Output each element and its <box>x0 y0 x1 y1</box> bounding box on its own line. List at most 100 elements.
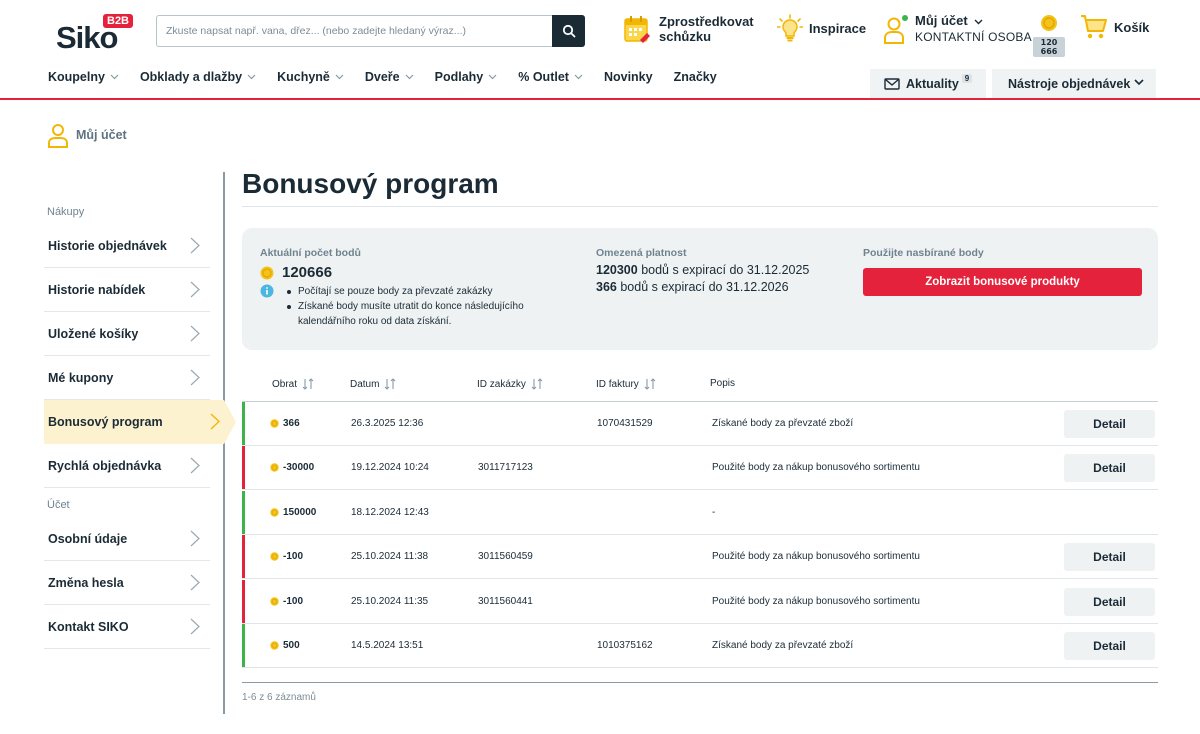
calendar-icon <box>624 16 650 43</box>
sidebar-item-personal-data[interactable]: Osobní údaje <box>44 517 210 561</box>
detail-button[interactable]: Detail <box>1064 454 1155 483</box>
sidebar-item-quick-order[interactable]: Rychlá objednávka <box>44 444 210 488</box>
detail-button[interactable]: Detail <box>1064 410 1155 438</box>
row-status-bar <box>242 624 245 667</box>
table-row: 366 26.3.2025 12:36 1070431529 Získané body… <box>242 402 1158 446</box>
sidebar-item-change-password[interactable]: Změna hesla <box>44 561 210 605</box>
row-description: Použité body za nákup bonusového sortime… <box>712 462 920 474</box>
chevron-down-icon <box>110 74 119 80</box>
sort-icon <box>385 378 396 390</box>
sort-icon <box>644 378 656 390</box>
table-bottom-border <box>242 682 1158 683</box>
nav-item-novinky[interactable]: Novinky <box>604 70 653 84</box>
column-header-order-id[interactable]: ID zakázky <box>477 378 543 390</box>
chevron-right-icon <box>190 281 200 298</box>
nav-item-dvere[interactable]: Dveře <box>365 70 414 84</box>
detail-button[interactable]: Detail <box>1064 543 1155 572</box>
row-invoice-id: 1070431529 <box>597 418 653 429</box>
cart-label: Košík <box>1114 19 1150 35</box>
row-date: 25.10.2024 11:35 <box>351 595 429 607</box>
nav-item-outlet[interactable]: % Outlet <box>518 70 583 84</box>
points-notes: Počítají se pouze body za převzaté zakáz… <box>284 284 524 329</box>
current-points: 120666 <box>260 264 332 281</box>
sidebar-item-offer-history[interactable]: Historie nabídek <box>44 268 210 312</box>
detail-button[interactable]: Detail <box>1064 632 1155 660</box>
column-header-points[interactable]: Obrat <box>272 378 314 390</box>
nav-item-kuchyne[interactable]: Kuchyně <box>277 70 344 84</box>
coin-icon <box>270 641 279 650</box>
table-row: 500 14.5.2024 13:51 1010375162 Získané body… <box>242 624 1158 668</box>
row-description: - <box>712 506 716 518</box>
section-title-account: Účet <box>47 499 70 511</box>
chevron-right-icon <box>190 618 200 635</box>
order-tools-dropdown[interactable]: Nástroje objednávek <box>992 69 1156 98</box>
points-note: Počítají se pouze body za převzaté zakáz… <box>284 284 524 299</box>
nav-item-podlahy[interactable]: Podlahy <box>435 70 498 84</box>
nav-item-koupelny[interactable]: Koupelny <box>48 70 119 84</box>
search-button[interactable] <box>552 15 585 47</box>
chevron-right-icon <box>190 457 200 474</box>
sort-icon <box>531 378 543 390</box>
coin-icon <box>270 419 279 428</box>
chevron-down-icon <box>974 19 983 25</box>
coin-icon <box>270 463 279 473</box>
points-indicator[interactable]: 120 666 <box>1033 14 1065 58</box>
account-menu[interactable]: Můj účet KONTAKTNÍ OSOBA <box>883 13 1032 44</box>
records-count: 1-6 z 6 záznamů <box>242 692 316 703</box>
sidebar-item-order-history[interactable]: Historie objednávek <box>44 224 210 268</box>
chevron-down-icon <box>1134 79 1144 86</box>
row-date: 18.12.2024 12:43 <box>351 506 429 518</box>
sidebar-item-bonus-program[interactable]: Bonusový program <box>44 400 236 444</box>
row-description: Získané body za převzaté zboží <box>712 418 854 429</box>
chevron-down-icon <box>335 74 344 80</box>
info-icon <box>260 284 274 298</box>
user-icon <box>48 124 68 148</box>
main-navigation: Koupelny Obklady a dlažby Kuchyně Dveře … <box>48 70 738 84</box>
row-points: 366 <box>270 418 300 429</box>
search-input[interactable] <box>157 16 552 46</box>
order-tools-label: Nástroje objednávek <box>1008 76 1131 91</box>
chevron-right-icon <box>190 530 200 547</box>
expiry-line-2: 366 bodů s expirací do 31.12.2026 <box>596 280 789 294</box>
siko-logo[interactable]: Siko B2B <box>56 14 136 55</box>
limited-validity-caption: Omezená platnost <box>596 247 687 259</box>
coin-icon <box>270 552 279 561</box>
table-row: 150000 18.12.2024 12:43 - <box>242 490 1158 535</box>
row-invoice-id: 1010375162 <box>597 640 653 651</box>
news-count-badge: 9 <box>961 74 973 83</box>
table-row: -100 25.10.2024 11:38 3011560459 Použité bo… <box>242 535 1158 580</box>
nav-item-znacky[interactable]: Značky <box>674 70 717 84</box>
title-divider <box>242 206 1158 207</box>
chevron-right-icon <box>190 369 200 386</box>
row-date: 25.10.2024 11:38 <box>351 551 429 563</box>
column-header-invoice-id[interactable]: ID faktury <box>596 378 656 390</box>
search-bar <box>156 15 585 47</box>
nav-item-obklady[interactable]: Obklady a dlažby <box>140 70 256 84</box>
search-icon <box>562 24 575 38</box>
chevron-down-icon <box>488 74 497 80</box>
row-points: -100 <box>270 551 303 562</box>
sort-icon <box>302 378 314 390</box>
sidebar-item-coupons[interactable]: Mé kupony <box>44 356 210 400</box>
use-points-caption: Použijte nasbírané body <box>863 247 984 259</box>
row-status-bar <box>242 402 245 445</box>
show-bonus-products-button[interactable]: Zobrazit bonusové produkty <box>863 268 1142 296</box>
user-icon <box>884 14 908 44</box>
news-button[interactable]: Aktuality 9 <box>870 69 986 98</box>
row-status-bar <box>242 446 245 490</box>
row-status-bar <box>242 535 245 579</box>
chevron-down-icon <box>247 74 256 80</box>
row-date: 26.3.2025 12:36 <box>351 418 424 429</box>
chevron-right-icon <box>190 574 200 591</box>
meeting-link[interactable]: Zprostředkovat schůzku <box>623 14 759 44</box>
inspiration-link[interactable]: Inspirace <box>777 14 866 42</box>
coin-icon <box>1041 15 1057 31</box>
row-points: 500 <box>270 640 300 651</box>
column-header-date[interactable]: Datum <box>350 378 396 390</box>
detail-button[interactable]: Detail <box>1064 587 1155 616</box>
cart-link[interactable]: Košík <box>1080 13 1149 41</box>
sidebar-item-saved-carts[interactable]: Uložené košíky <box>44 312 210 356</box>
sidebar-item-contact[interactable]: Kontakt SIKO <box>44 605 210 649</box>
chevron-right-icon <box>190 325 200 342</box>
logo-b2b-badge: B2B <box>103 14 134 28</box>
